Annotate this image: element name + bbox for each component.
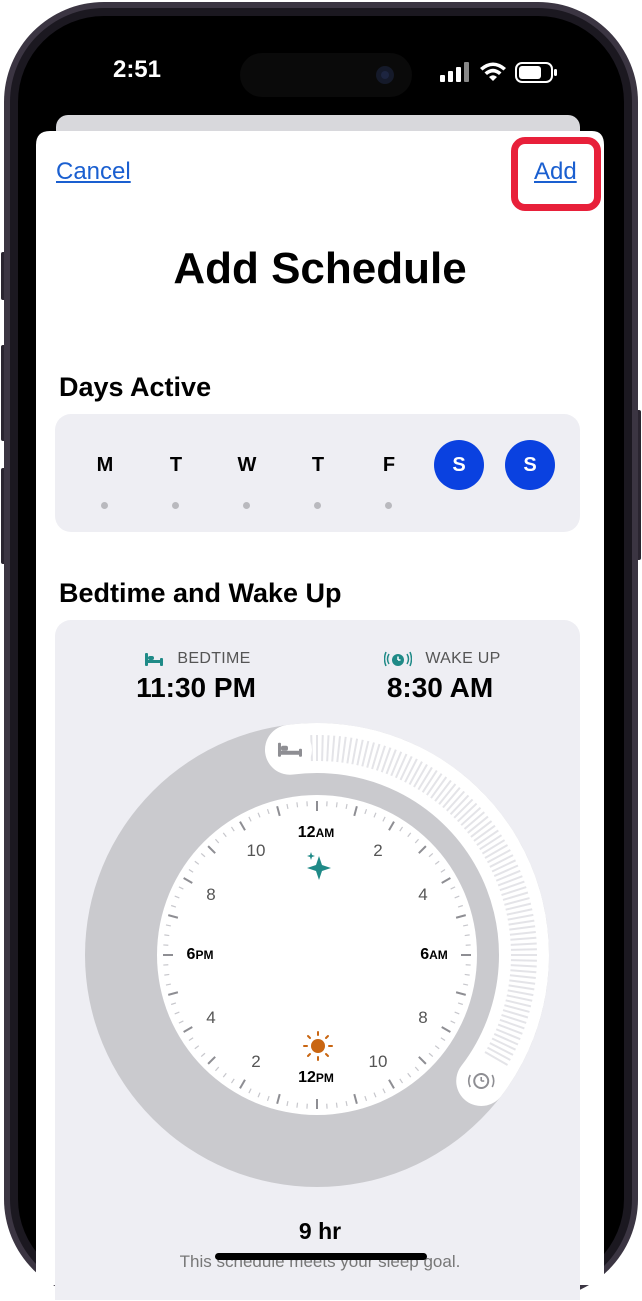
screen: 2:51 Cancel Add Add Schedule Days Active…: [0, 0, 642, 1301]
sleep-clock-dial[interactable]: [0, 0, 642, 1301]
bedtime-handle[interactable]: [267, 727, 312, 772]
clock-label-12pm: 12PM: [298, 1069, 334, 1086]
clock-label-12am: 12AM: [297, 824, 335, 841]
clock-label-2pm: 2: [251, 1052, 261, 1071]
clock-label-8am: 8: [418, 1008, 428, 1027]
sleep-duration: 9 hr: [298, 1218, 342, 1244]
home-indicator[interactable]: [215, 1253, 427, 1260]
clock-label-4pm: 4: [206, 1008, 216, 1027]
clock-label-10pm: 10: [246, 841, 266, 860]
clock-label-6am: 6AM: [420, 946, 448, 963]
wake-up-handle[interactable]: [459, 1059, 504, 1104]
clock-label-6pm: 6PM: [186, 946, 214, 963]
clock-label-10am: 10: [368, 1052, 388, 1071]
clock-label-8pm: 8: [206, 885, 216, 904]
clock-label-4am: 4: [418, 885, 428, 904]
clock-label-2am: 2: [373, 841, 383, 860]
